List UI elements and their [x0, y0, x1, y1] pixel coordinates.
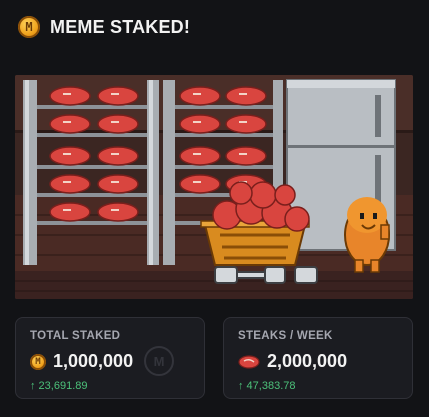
steak-cellar-illustration: [15, 75, 413, 299]
total-staked-value: 1,000,000: [53, 351, 134, 371]
steaks-per-week-card: STEAKS / WEEK 2,000,000 ↑ 47,383.78: [223, 317, 413, 399]
steak-icon: [238, 354, 260, 369]
total-staked-card: TOTAL STAKED M 1,000,000 ↑ 23,691.89 M: [15, 317, 205, 399]
meme-coin-icon: M: [30, 353, 46, 370]
meme-coin-icon: M: [18, 16, 40, 38]
steaks-per-week-label: STEAKS / WEEK: [238, 330, 333, 342]
total-staked-delta: ↑ 23,691.89: [30, 380, 88, 392]
steaks-per-week-value: 2,000,000: [267, 351, 348, 371]
page-title: MEME STAKED!: [50, 16, 191, 37]
header: M MEME STAKED!: [18, 16, 190, 38]
total-staked-label: TOTAL STAKED: [30, 330, 121, 342]
steaks-per-week-delta: ↑ 47,383.78: [238, 380, 296, 392]
meme-watermark-icon: M: [144, 346, 174, 376]
